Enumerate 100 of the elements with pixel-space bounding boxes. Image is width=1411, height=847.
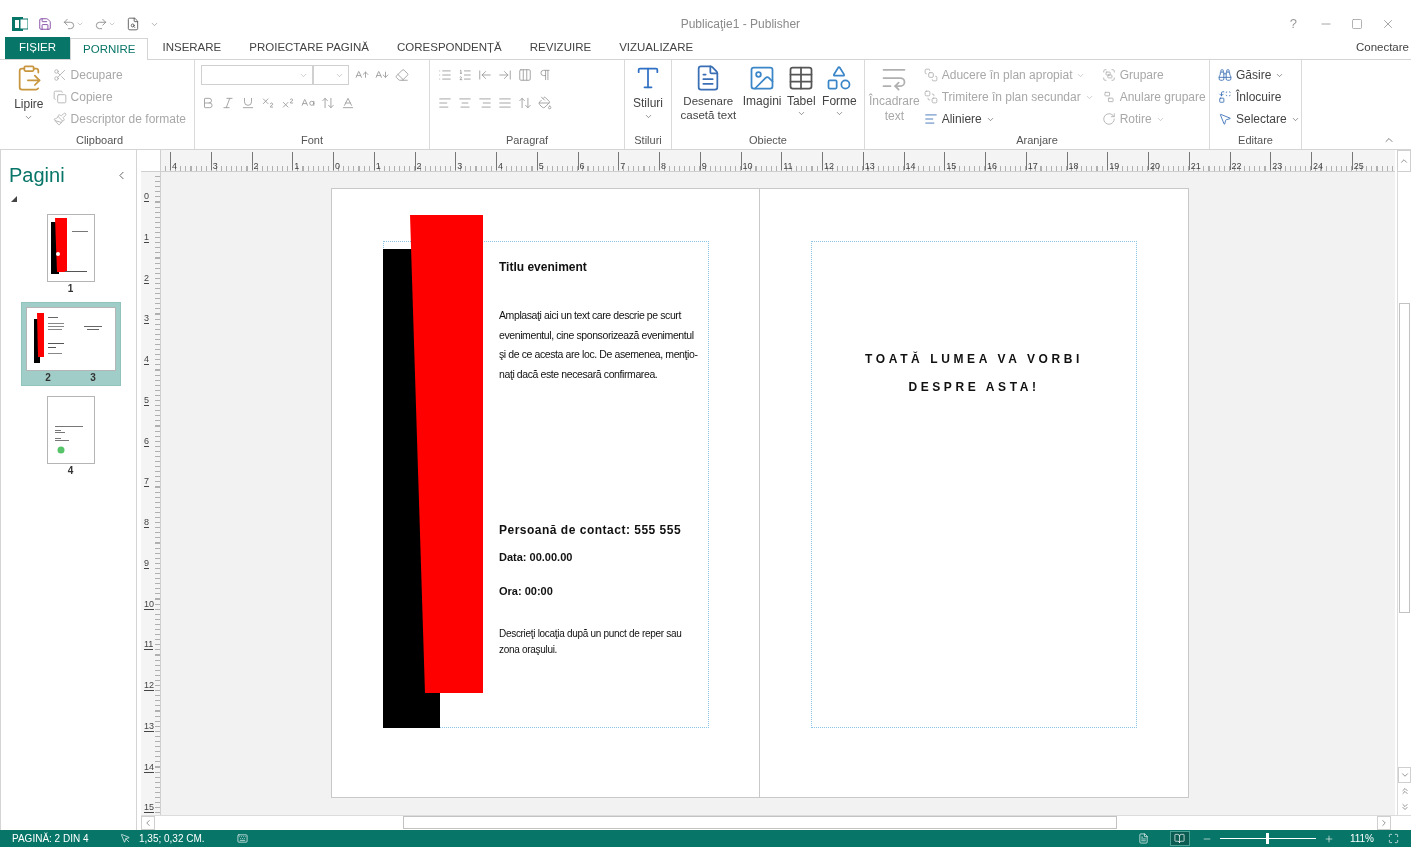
styles-button[interactable]: Stiluri (629, 64, 667, 133)
expand-triangle-icon (11, 196, 17, 202)
text-box-button[interactable]: Desenare casetă text (676, 64, 741, 133)
group-label: Clipboard (74, 133, 125, 148)
ruler-label: 6 (144, 435, 149, 447)
bring-forward-icon (923, 68, 938, 82)
ruler-label: 3 (144, 313, 149, 325)
sign-in-link[interactable]: Conectare (1355, 38, 1411, 61)
ruler-label: 12 (144, 680, 154, 691)
underline-icon (241, 96, 255, 110)
copy-icon (52, 90, 67, 104)
next-page-icon (1399, 802, 1410, 812)
scrollbar-thumb[interactable] (403, 816, 1117, 829)
ruler-label: 18 (1067, 161, 1079, 171)
find-button[interactable]: Găsire (1214, 64, 1304, 86)
zoom-slider-thumb[interactable] (1266, 833, 1270, 844)
caret-icon (108, 20, 116, 28)
ribbon-tab[interactable]: PROIECTARE PAGINĂ (235, 37, 383, 59)
paintbrush-icon (52, 112, 67, 126)
ruler-label: 4 (497, 161, 503, 171)
redo-icon (94, 17, 108, 31)
ungroup-icon (1101, 90, 1116, 104)
date-text: Data: 00.00.00 (499, 550, 573, 565)
file-tab[interactable]: FIȘIER (5, 37, 71, 59)
scroll-down-icon (1399, 770, 1410, 780)
ruler-label: 2 (144, 272, 149, 284)
scroll-left-icon (143, 818, 153, 828)
pictures-button[interactable]: Imagini (740, 64, 784, 133)
scrollbar-thumb[interactable] (1399, 303, 1410, 613)
app-logo-icon (12, 16, 28, 32)
ruler-label: 12 (823, 161, 834, 171)
replace-button[interactable]: Înlocuire (1214, 86, 1304, 108)
headline: TOATĂ LUMEA VA VORBI DESPRE ASTA! (864, 350, 1084, 396)
rotate-icon (1101, 112, 1116, 126)
ruler-label: 15 (945, 161, 957, 171)
pointer-icon (120, 833, 131, 844)
caret-icon (24, 113, 34, 122)
subscript-icon (261, 96, 275, 110)
scroll-right-icon (1379, 818, 1389, 828)
ribbon-tab[interactable]: VIZUALIZARE (605, 37, 708, 59)
scissors-icon (52, 68, 67, 82)
ruler-label: 17 (1026, 161, 1038, 171)
shapes-button[interactable]: Forme (818, 64, 860, 133)
font-size-field[interactable] (313, 65, 349, 85)
bullets-icon (438, 68, 452, 82)
location-text: Descrieţi locaţia după un punct de reper sau zona oraşului. (499, 627, 682, 657)
ruler-label: 2 (252, 161, 259, 171)
page-preview-drawing (46, 396, 95, 464)
ribbon-tab[interactable]: INSERARE (148, 37, 236, 59)
caret-icon (834, 109, 844, 118)
align-button[interactable]: Aliniere (919, 108, 1098, 130)
align-center-icon (458, 96, 472, 110)
group-label: Font (300, 133, 324, 148)
event-description: Amplasaţi aici un text care descrie pe scurt evenimentul, cine sponsorizează evenimentul şi de ce acesta are loc. De asemenea, menţio- naţi dacă este necesară confirmarea. (499, 308, 698, 382)
ribbon-tab[interactable]: REVIZUIRE (515, 37, 606, 59)
group-label: Editare (1237, 133, 1274, 148)
ruler-label: 9 (700, 161, 707, 171)
font-name-field[interactable] (201, 65, 313, 85)
page-thumbnail[interactable]: 4 (42, 392, 99, 478)
ruler-label: 11 (782, 161, 793, 171)
ruler-label: 16 (986, 161, 997, 171)
character-spacing-icon (321, 96, 335, 110)
pointer-icon (1218, 112, 1232, 126)
ruler-label: 1 (144, 231, 149, 243)
group-label: Aranjare (1015, 133, 1059, 148)
window-title: Publicaţie1 - Publisher (679, 16, 802, 33)
table-button[interactable]: Tabel (783, 64, 819, 133)
ribbon-tab[interactable]: PORNIRE (70, 38, 149, 60)
page-thumbnail[interactable]: 2 3 (20, 302, 121, 386)
ruler-label: 15 (144, 802, 154, 814)
binoculars-icon (1218, 68, 1232, 82)
ruler-label: 19 (1108, 161, 1120, 171)
time-text: Ora: 00:00 (499, 584, 553, 599)
ruler-label: 4 (144, 354, 149, 365)
ruler-label: 9 (144, 557, 149, 569)
ruler-label: 0 (144, 191, 149, 202)
pilcrow-icon (538, 68, 552, 82)
ruler-label: 7 (144, 476, 149, 488)
ruler-label: 2 (415, 161, 422, 171)
scroll-up-icon (1399, 156, 1409, 166)
print-preview-icon (126, 17, 140, 31)
line-spacing-icon (518, 96, 532, 110)
eraser-icon (395, 68, 409, 82)
paste-button[interactable]: Lipire (9, 64, 49, 133)
align-left-icon (438, 96, 452, 110)
ruler-label: 10 (144, 598, 154, 610)
caret-icon (643, 112, 653, 121)
decrease-indent-icon (478, 68, 492, 82)
page-icon (1138, 833, 1150, 844)
justify-icon (498, 96, 512, 110)
ribbon-tab[interactable]: CORESPONDENȚĂ (383, 37, 516, 59)
select-button[interactable]: Selectare (1214, 108, 1304, 130)
maximize-icon (1351, 18, 1363, 30)
save-icon (38, 17, 52, 31)
view-button[interactable] (1169, 831, 1190, 846)
fit-page-icon (1388, 833, 1399, 844)
contact-text: Persoană de contact: 555 555 (499, 522, 682, 539)
page-thumbnail[interactable]: 1 (42, 210, 99, 296)
zoom-level[interactable]: 111% (1349, 831, 1374, 846)
group-label: Obiecte (748, 133, 788, 148)
